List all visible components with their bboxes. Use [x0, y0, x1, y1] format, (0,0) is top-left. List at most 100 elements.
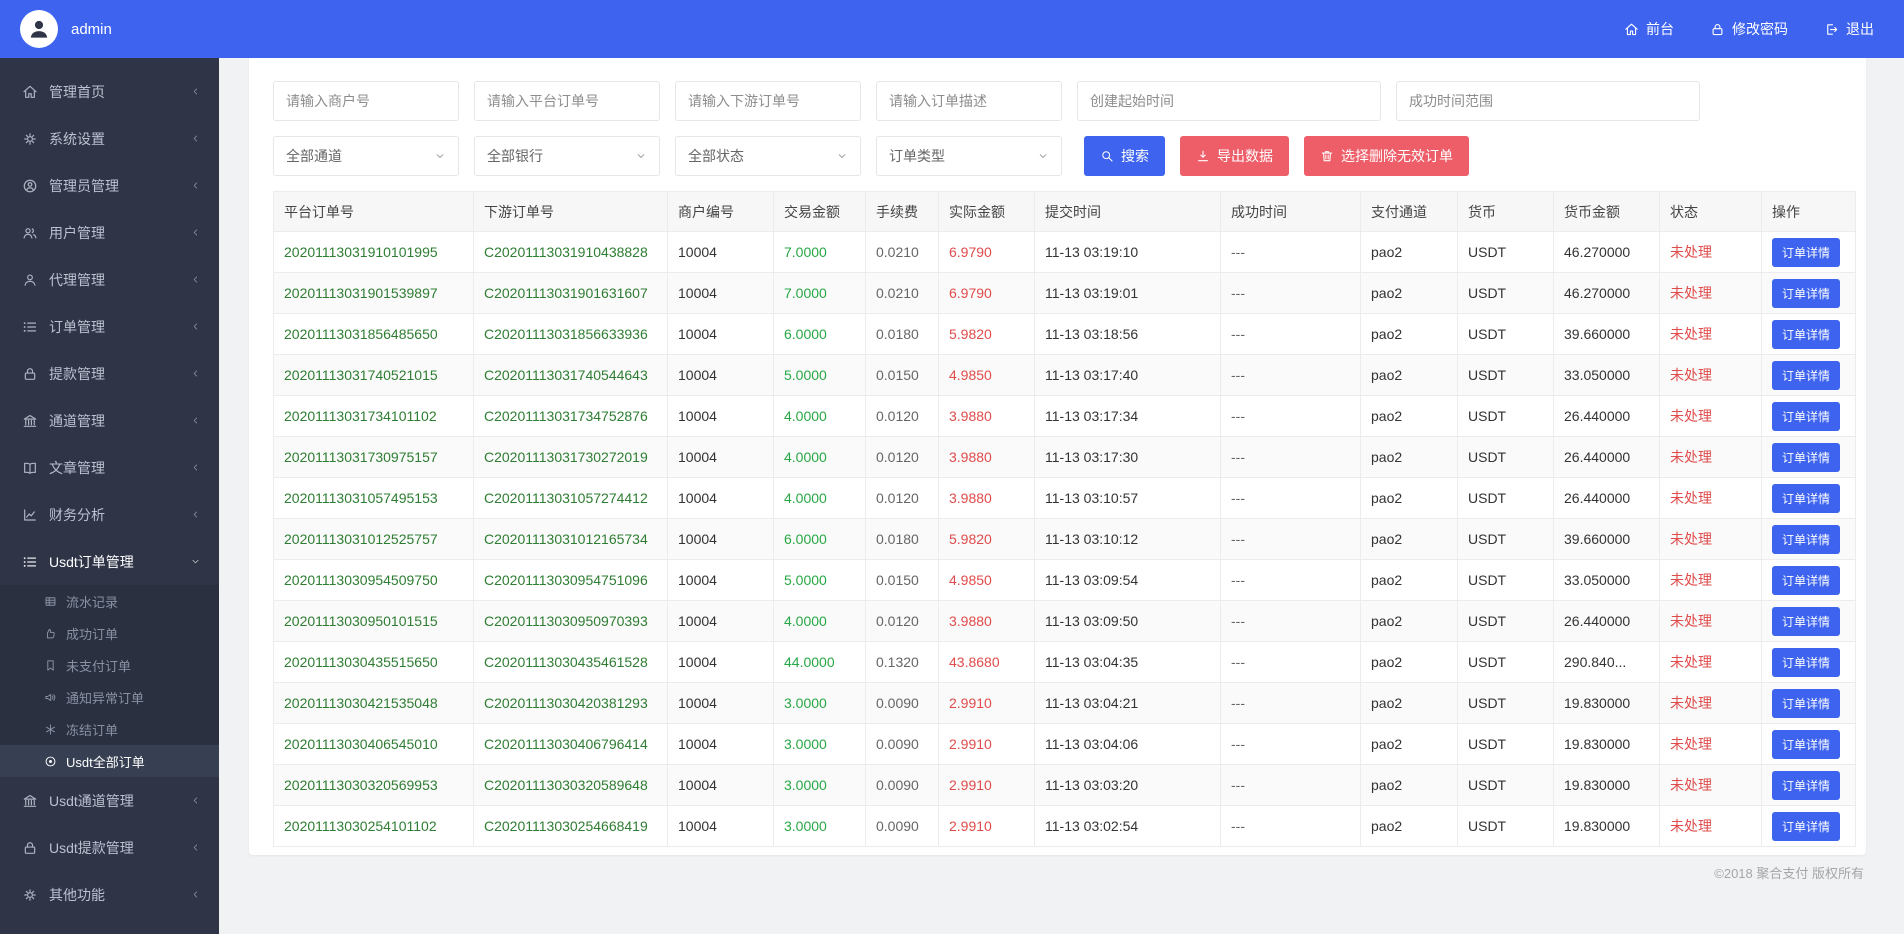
- order-detail-button[interactable]: 订单详情: [1772, 319, 1841, 349]
- cell-downstream-order: C20201113030406796414: [473, 723, 668, 765]
- order-detail-button[interactable]: 订单详情: [1772, 483, 1841, 513]
- top-header: admin 前台 修改密码 退出: [0, 0, 1904, 58]
- sidebar-item[interactable]: Usdt提款管理: [0, 824, 219, 871]
- order-detail-button[interactable]: 订单详情: [1772, 688, 1841, 718]
- cell-status: 未处理: [1659, 477, 1762, 519]
- table-row: 20201113031734101102 C2020111303173475287…: [273, 395, 1856, 437]
- order-table: 平台订单号 下游订单号 商户编号 交易金额 手续费 实际金额 提交时间 成功时间 支付通道 货币货…: [273, 191, 1856, 847]
- merchant-no-input[interactable]: [273, 81, 459, 121]
- cell-trade-amount: 3.0000: [773, 805, 866, 847]
- order-detail-button[interactable]: 订单详情: [1772, 401, 1841, 431]
- sidebar-item[interactable]: 财务分析: [0, 491, 219, 538]
- cell-pay-channel: pao2: [1360, 395, 1458, 437]
- sidebar-subitem-label: 成功订单: [66, 626, 119, 642]
- status-select[interactable]: 全部状态: [675, 136, 861, 176]
- sidebar-item[interactable]: 代理管理: [0, 256, 219, 303]
- cell-trade-amount: 5.0000: [773, 354, 866, 396]
- sidebar-item[interactable]: 提款管理: [0, 350, 219, 397]
- cell-downstream-order: C20201113031730272019: [473, 436, 668, 478]
- cell-downstream-order: C20201113030420381293: [473, 682, 668, 724]
- sidebar-subitem[interactable]: 通知异常订单: [0, 681, 219, 713]
- order-detail-button[interactable]: 订单详情: [1772, 811, 1841, 841]
- cell-submit-time: 11-13 03:04:06: [1034, 723, 1221, 765]
- cell-success-time: ---: [1220, 231, 1361, 273]
- cell-merchant-no: 10004: [667, 477, 774, 519]
- order-detail-button[interactable]: 订单详情: [1772, 565, 1841, 595]
- admin-avatar[interactable]: [20, 10, 58, 48]
- order-detail-button[interactable]: 订单详情: [1772, 278, 1841, 308]
- sidebar-item[interactable]: 文章管理: [0, 444, 219, 491]
- sidebar-subitem[interactable]: Usdt全部订单: [0, 745, 219, 777]
- order-detail-button[interactable]: 订单详情: [1772, 360, 1841, 390]
- sidebar-item[interactable]: Usdt通道管理: [0, 777, 219, 824]
- cell-trade-amount: 4.0000: [773, 600, 866, 642]
- cell-action: 订单详情: [1761, 723, 1856, 765]
- delete-invalid-button[interactable]: 选择删除无效订单: [1304, 136, 1469, 176]
- sidebar-subitem[interactable]: 成功订单: [0, 617, 219, 649]
- user-icon: [22, 272, 38, 288]
- search-button[interactable]: 搜索: [1084, 136, 1165, 176]
- cell-status: 未处理: [1659, 272, 1762, 314]
- sidebar-item[interactable]: 其他功能: [0, 871, 219, 918]
- downstream-order-input[interactable]: [675, 81, 861, 121]
- cell-trade-amount: 4.0000: [773, 477, 866, 519]
- cell-action: 订单详情: [1761, 764, 1856, 806]
- sidebar-item-label: 系统设置: [49, 130, 105, 147]
- sidebar-item[interactable]: 系统设置: [0, 115, 219, 162]
- success-time-input[interactable]: [1396, 81, 1700, 121]
- cell-fee: 0.0120: [865, 395, 939, 437]
- cell-fee: 0.1320: [865, 641, 939, 683]
- cell-success-time: ---: [1220, 272, 1361, 314]
- column-header: 提交时间: [1034, 191, 1221, 232]
- select-value: 全部状态: [688, 148, 744, 164]
- lock-icon: [1710, 22, 1725, 37]
- sidebar-item[interactable]: 订单管理: [0, 303, 219, 350]
- create-time-input[interactable]: [1077, 81, 1381, 121]
- cell-action: 订单详情: [1761, 231, 1856, 273]
- order-desc-input[interactable]: [876, 81, 1062, 121]
- button-label: 搜索: [1121, 148, 1149, 164]
- cell-trade-amount: 3.0000: [773, 723, 866, 765]
- cell-merchant-no: 10004: [667, 518, 774, 560]
- order-detail-button[interactable]: 订单详情: [1772, 729, 1841, 759]
- cell-pay-channel: pao2: [1360, 641, 1458, 683]
- nav-logout[interactable]: 退出: [1824, 19, 1874, 39]
- cell-pay-channel: pao2: [1360, 723, 1458, 765]
- cell-platform-order: 20201113031012525757: [273, 518, 474, 560]
- sidebar-item[interactable]: 通道管理: [0, 397, 219, 444]
- order-type-select[interactable]: 订单类型: [876, 136, 1062, 176]
- order-detail-button[interactable]: 订单详情: [1772, 770, 1841, 800]
- cell-submit-time: 11-13 03:10:57: [1034, 477, 1221, 519]
- platform-order-input[interactable]: [474, 81, 660, 121]
- cell-status: 未处理: [1659, 518, 1762, 560]
- sidebar-subitem[interactable]: 未支付订单: [0, 649, 219, 681]
- sidebar-item-label: 财务分析: [49, 506, 105, 523]
- order-detail-button[interactable]: 订单详情: [1772, 647, 1841, 677]
- select-value: 订单类型: [889, 148, 945, 164]
- nav-frontend[interactable]: 前台: [1624, 19, 1674, 39]
- sidebar-subitem[interactable]: 流水记录: [0, 585, 219, 617]
- order-detail-button[interactable]: 订单详情: [1772, 606, 1841, 636]
- sidebar-subitem[interactable]: 冻结订单: [0, 713, 219, 745]
- cell-success-time: ---: [1220, 641, 1361, 683]
- users-icon: [22, 225, 38, 241]
- table-row: 20201113031057495153 C2020111303105727441…: [273, 477, 1856, 519]
- bullhorn-icon: [44, 691, 57, 704]
- sidebar-item[interactable]: 管理首页: [0, 68, 219, 115]
- copyright-footer: ©2018 聚合支付 版权所有: [1714, 866, 1864, 881]
- sidebar-item[interactable]: 管理员管理: [0, 162, 219, 209]
- order-detail-button[interactable]: 订单详情: [1772, 524, 1841, 554]
- bank-select[interactable]: 全部银行: [474, 136, 660, 176]
- export-button[interactable]: 导出数据: [1180, 136, 1289, 176]
- sidebar-item[interactable]: Usdt订单管理: [0, 538, 219, 585]
- cell-currency: USDT: [1457, 518, 1554, 560]
- order-detail-button[interactable]: 订单详情: [1772, 237, 1841, 267]
- nav-change-password[interactable]: 修改密码: [1710, 19, 1788, 39]
- cell-pay-channel: pao2: [1360, 354, 1458, 396]
- sidebar-item[interactable]: 用户管理: [0, 209, 219, 256]
- channel-select[interactable]: 全部通道: [273, 136, 459, 176]
- order-detail-button[interactable]: 订单详情: [1772, 442, 1841, 472]
- cell-currency: USDT: [1457, 354, 1554, 396]
- table-row: 20201113030421535048 C2020111303042038129…: [273, 682, 1856, 724]
- select-value: 全部通道: [286, 148, 342, 164]
